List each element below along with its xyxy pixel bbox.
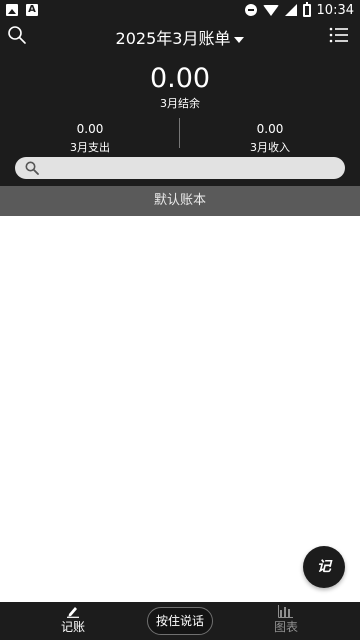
income-label: 3月收入 bbox=[250, 141, 290, 154]
add-record-button[interactable]: 记 bbox=[303, 546, 345, 588]
search-bar[interactable] bbox=[15, 157, 345, 179]
status-time: 10:34 bbox=[316, 2, 354, 18]
pen-icon bbox=[67, 607, 79, 618]
transaction-list bbox=[0, 216, 360, 602]
balance-amount: 0.00 bbox=[149, 63, 211, 94]
bill-header: 2025年3月账单 0.00 3月结余 0.00 3月支出 0.00 3月收入 bbox=[0, 20, 360, 186]
income-amount: 0.00 bbox=[256, 122, 284, 136]
status-bar: A 10:34 bbox=[0, 0, 360, 20]
month-selector[interactable]: 2025年3月账单 bbox=[0, 25, 360, 49]
chevron-down-icon bbox=[234, 36, 245, 43]
do-not-disturb-icon bbox=[244, 4, 257, 16]
bar-chart-icon bbox=[278, 605, 293, 618]
text-notification-icon: A bbox=[26, 4, 38, 16]
image-notification-icon bbox=[6, 4, 18, 16]
expense-amount: 0.00 bbox=[76, 122, 104, 136]
hold-to-talk-button[interactable]: 按住说话 bbox=[147, 607, 213, 635]
search-input[interactable] bbox=[45, 158, 345, 178]
tab-chart-label: 图表 bbox=[273, 620, 298, 634]
notification-icons: A bbox=[6, 4, 38, 16]
list-menu-icon[interactable] bbox=[329, 24, 349, 46]
income-summary: 0.00 3月收入 bbox=[180, 122, 360, 155]
ledger-selector[interactable]: 默认账本 bbox=[0, 186, 360, 216]
tab-record[interactable]: 记账 bbox=[43, 604, 103, 635]
balance-label: 3月结余 bbox=[160, 97, 200, 110]
search-icon bbox=[25, 161, 39, 175]
bill-title: 2025年3月账单 bbox=[115, 29, 231, 48]
cell-signal-icon bbox=[284, 4, 297, 16]
tab-record-label: 记账 bbox=[60, 620, 85, 634]
wifi-icon bbox=[262, 4, 279, 16]
battery-icon bbox=[302, 1, 311, 17]
expense-label: 3月支出 bbox=[70, 141, 110, 154]
bottom-nav: 记账 按住说话 图表 bbox=[0, 602, 360, 640]
expense-summary: 0.00 3月支出 bbox=[0, 122, 180, 155]
tab-chart[interactable]: 图表 bbox=[256, 604, 316, 635]
system-icons: 10:34 bbox=[244, 1, 354, 18]
